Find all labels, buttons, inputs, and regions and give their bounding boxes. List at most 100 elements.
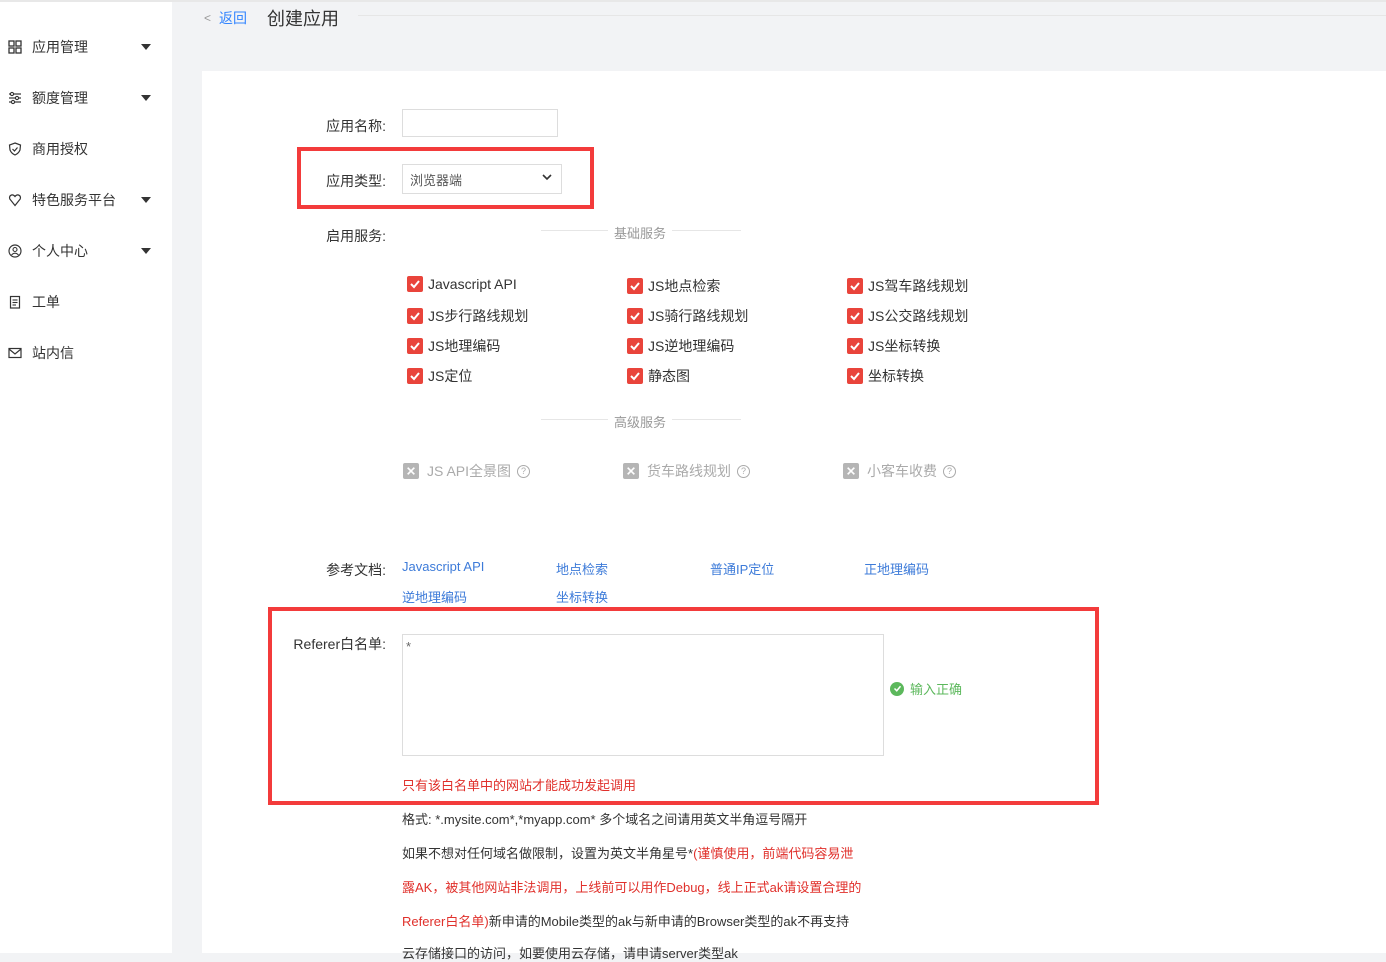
basic-service-checkbox[interactable]: Javascript API: [407, 276, 517, 292]
advanced-service-panorama: JS API全景图 ?: [403, 461, 531, 481]
doc-link-coord-convert[interactable]: 坐标转换: [556, 587, 608, 606]
help-icon[interactable]: ?: [737, 464, 750, 478]
advanced-service-label: JS API全景图: [427, 463, 512, 479]
note-warning-text: (谨慎使用，前端代码容易泄: [693, 846, 854, 861]
doc-link-ip-location[interactable]: 普通IP定位: [710, 559, 774, 578]
caret-down-icon: [141, 44, 151, 50]
help-icon[interactable]: ?: [943, 464, 956, 478]
sidebar-item-label: 额度管理: [32, 90, 88, 106]
app-name-label: 应用名称:: [326, 118, 386, 134]
sidebar-item-quota-management[interactable]: 额度管理: [0, 78, 172, 118]
referer-label: Referer白名单:: [293, 636, 386, 652]
basic-service-checkbox[interactable]: JS驾车路线规划: [847, 276, 968, 296]
basic-service-label: JS驾车路线规划: [868, 278, 969, 294]
heart-shield-icon: [8, 193, 22, 207]
basic-service-checkbox[interactable]: JS公交路线规划: [847, 306, 968, 326]
mail-icon: [8, 346, 22, 360]
advanced-service-truck-route: 货车路线规划 ?: [623, 461, 750, 481]
back-link[interactable]: < 返回: [204, 8, 247, 28]
referer-textarea[interactable]: *: [402, 634, 884, 756]
note-line-4: Referer白名单)新申请的Mobile类型的ak与新申请的Browser类型…: [402, 911, 849, 930]
checkbox-checked-icon: [627, 308, 643, 324]
note-line-3: 露AK，被其他网站非法调用，上线前可以用作Debug，线上正式ak请设置合理的: [402, 880, 862, 895]
checkbox-checked-icon: [407, 338, 423, 354]
basic-service-checkbox[interactable]: JS地点检索: [627, 276, 720, 296]
app-type-label: 应用类型:: [326, 173, 386, 189]
header-divider: [358, 15, 1386, 16]
advanced-service-car-toll: 小客车收费 ?: [843, 461, 956, 481]
checkbox-checked-icon: [627, 368, 643, 384]
doc-link-geocoding[interactable]: 正地理编码: [864, 559, 929, 578]
back-label: 返回: [219, 10, 248, 26]
basic-service-checkbox[interactable]: JS地理编码: [407, 336, 500, 356]
basic-service-checkbox[interactable]: JS步行路线规划: [407, 306, 528, 326]
sidebar-item-commercial-license[interactable]: 商用授权: [0, 129, 172, 169]
page-title: 创建应用: [267, 9, 339, 29]
note-text: 如果不想对任何域名做限制，设置为英文半角星号*: [402, 846, 694, 861]
sidebar-item-label: 工单: [32, 294, 60, 310]
basic-service-label: Javascript API: [428, 276, 517, 292]
checkbox-checked-icon: [627, 278, 643, 294]
advanced-service-label: 货车路线规划: [647, 463, 731, 479]
sidebar-item-label: 应用管理: [32, 39, 88, 55]
basic-service-label: JS步行路线规划: [428, 308, 529, 324]
basic-service-checkbox[interactable]: JS逆地理编码: [627, 336, 734, 356]
chevron-down-icon: [542, 174, 552, 181]
sidebar-item-work-order[interactable]: 工单: [0, 282, 172, 322]
basic-service-label: JS地点检索: [648, 278, 721, 294]
checkbox-checked-icon: [407, 276, 423, 292]
basic-service-label: JS定位: [428, 368, 473, 384]
sidebar-item-personal-center[interactable]: 个人中心: [0, 231, 172, 271]
grid-icon: [8, 40, 22, 54]
clipboard-icon: [8, 295, 22, 309]
note-line-2: 如果不想对任何域名做限制，设置为英文半角星号*(谨慎使用，前端代码容易泄: [402, 843, 853, 862]
note-text: 新申请的Mobile类型的ak与新申请的Browser类型的ak不再支持: [488, 914, 850, 929]
disabled-checkbox-icon: [403, 463, 419, 479]
doc-link-javascript-api[interactable]: Javascript API: [402, 559, 484, 574]
top-border: [0, 0, 1386, 2]
checkbox-checked-icon: [847, 368, 863, 384]
doc-link-reverse-geocoding[interactable]: 逆地理编码: [402, 587, 467, 606]
caret-down-icon: [141, 248, 151, 254]
checkbox-checked-icon: [847, 338, 863, 354]
sidebar-item-label: 特色服务平台: [32, 192, 116, 208]
caret-down-icon: [141, 95, 151, 101]
sidebar-item-label: 个人中心: [32, 243, 88, 259]
sidebar-item-featured-services[interactable]: 特色服务平台: [0, 180, 172, 220]
basic-service-checkbox[interactable]: JS骑行路线规划: [627, 306, 748, 326]
docs-label: 参考文档:: [326, 562, 386, 578]
sidebar-item-label: 站内信: [32, 345, 74, 361]
basic-service-label: JS公交路线规划: [868, 308, 969, 324]
chevron-left-icon: <: [204, 11, 212, 25]
note-format: 格式: *.mysite.com*,*myapp.com* 多个域名之间请用英文…: [402, 812, 808, 827]
sliders-icon: [8, 91, 22, 105]
disabled-checkbox-icon: [623, 463, 639, 479]
basic-service-label: JS坐标转换: [868, 338, 941, 354]
app-name-input[interactable]: [402, 109, 558, 137]
basic-service-label: JS地理编码: [428, 338, 501, 354]
check-circle-icon: [890, 681, 904, 696]
basic-service-checkbox[interactable]: JS定位: [407, 366, 472, 386]
basic-service-label: 坐标转换: [868, 368, 924, 384]
basic-service-label: 静态图: [648, 368, 690, 384]
sidebar: 应用管理 额度管理 商用授权 特色服务平台 个人中心 工单 站内信: [0, 2, 172, 953]
referer-status: 输入正确: [890, 679, 962, 698]
checkbox-checked-icon: [407, 368, 423, 384]
basic-service-label: JS逆地理编码: [648, 338, 735, 354]
checkbox-checked-icon: [407, 308, 423, 324]
advanced-service-label: 小客车收费: [867, 463, 937, 479]
basic-service-checkbox[interactable]: 坐标转换: [847, 366, 924, 386]
user-circle-icon: [8, 244, 22, 258]
app-type-value: 浏览器端: [410, 172, 463, 188]
help-icon[interactable]: ?: [517, 464, 531, 478]
app-type-select[interactable]: 浏览器端: [402, 164, 562, 194]
basic-service-label: JS骑行路线规划: [648, 308, 749, 324]
shield-check-icon: [8, 142, 22, 156]
basic-service-checkbox[interactable]: JS坐标转换: [847, 336, 940, 356]
disabled-checkbox-icon: [843, 463, 859, 479]
doc-link-place-search[interactable]: 地点检索: [556, 559, 608, 578]
sidebar-item-app-management[interactable]: 应用管理: [0, 27, 172, 67]
sidebar-item-inbox[interactable]: 站内信: [0, 333, 172, 373]
checkbox-checked-icon: [847, 308, 863, 324]
basic-service-checkbox[interactable]: 静态图: [627, 366, 690, 386]
